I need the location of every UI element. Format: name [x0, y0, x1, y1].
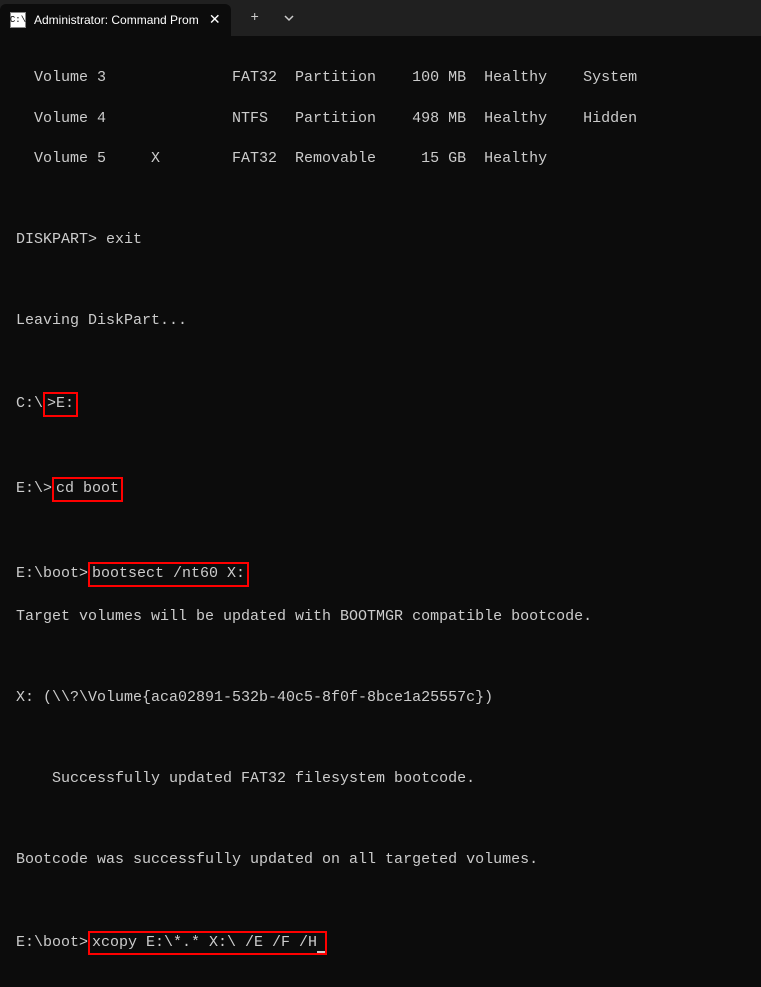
titlebar: C:\ Administrator: Command Prom ✕ +	[0, 0, 761, 36]
highlight-cmd-4: xcopy E:\*.* X:\ /E /F /H	[88, 931, 327, 955]
cursor-icon	[317, 936, 325, 953]
highlight-cmd-1: >E:	[43, 392, 78, 416]
chevron-down-icon[interactable]	[279, 8, 299, 28]
titlebar-controls: +	[231, 8, 299, 28]
diskpart-exit-line: DISKPART> exit	[16, 230, 745, 250]
close-icon[interactable]: ✕	[207, 12, 223, 28]
target-update-line: Target volumes will be updated with BOOT…	[16, 607, 745, 627]
volumes-row: Volume 3 FAT32 Partition 100 MB Healthy …	[16, 68, 745, 88]
terminal-output[interactable]: Volume 3 FAT32 Partition 100 MB Healthy …	[0, 36, 761, 987]
highlight-cmd-2: cd boot	[52, 477, 123, 501]
bootcode-success-line: Bootcode was successfully updated on all…	[16, 850, 745, 870]
tab-command-prompt[interactable]: C:\ Administrator: Command Prom ✕	[0, 4, 231, 36]
volumes-row: Volume 5 X FAT32 Removable 15 GB Healthy	[16, 149, 745, 169]
cmd-icon: C:\	[10, 12, 26, 28]
highlight-cmd-3: bootsect /nt60 X:	[88, 562, 249, 586]
tab-title: Administrator: Command Prom	[34, 13, 199, 27]
success-fs-line: Successfully updated FAT32 filesystem bo…	[16, 769, 745, 789]
prompt-line-4: E:\boot>xcopy E:\*.* X:\ /E /F /H	[16, 931, 745, 955]
volume-guid-line: X: (\\?\Volume{aca02891-532b-40c5-8f0f-8…	[16, 688, 745, 708]
prompt-line-1: C:\>E:	[16, 392, 745, 416]
prompt-line-3: E:\boot>bootsect /nt60 X:	[16, 562, 745, 586]
volumes-row: Volume 4 NTFS Partition 498 MB Healthy H…	[16, 109, 745, 129]
leaving-line: Leaving DiskPart...	[16, 311, 745, 331]
prompt-line-2: E:\>cd boot	[16, 477, 745, 501]
plus-icon[interactable]: +	[245, 8, 265, 28]
